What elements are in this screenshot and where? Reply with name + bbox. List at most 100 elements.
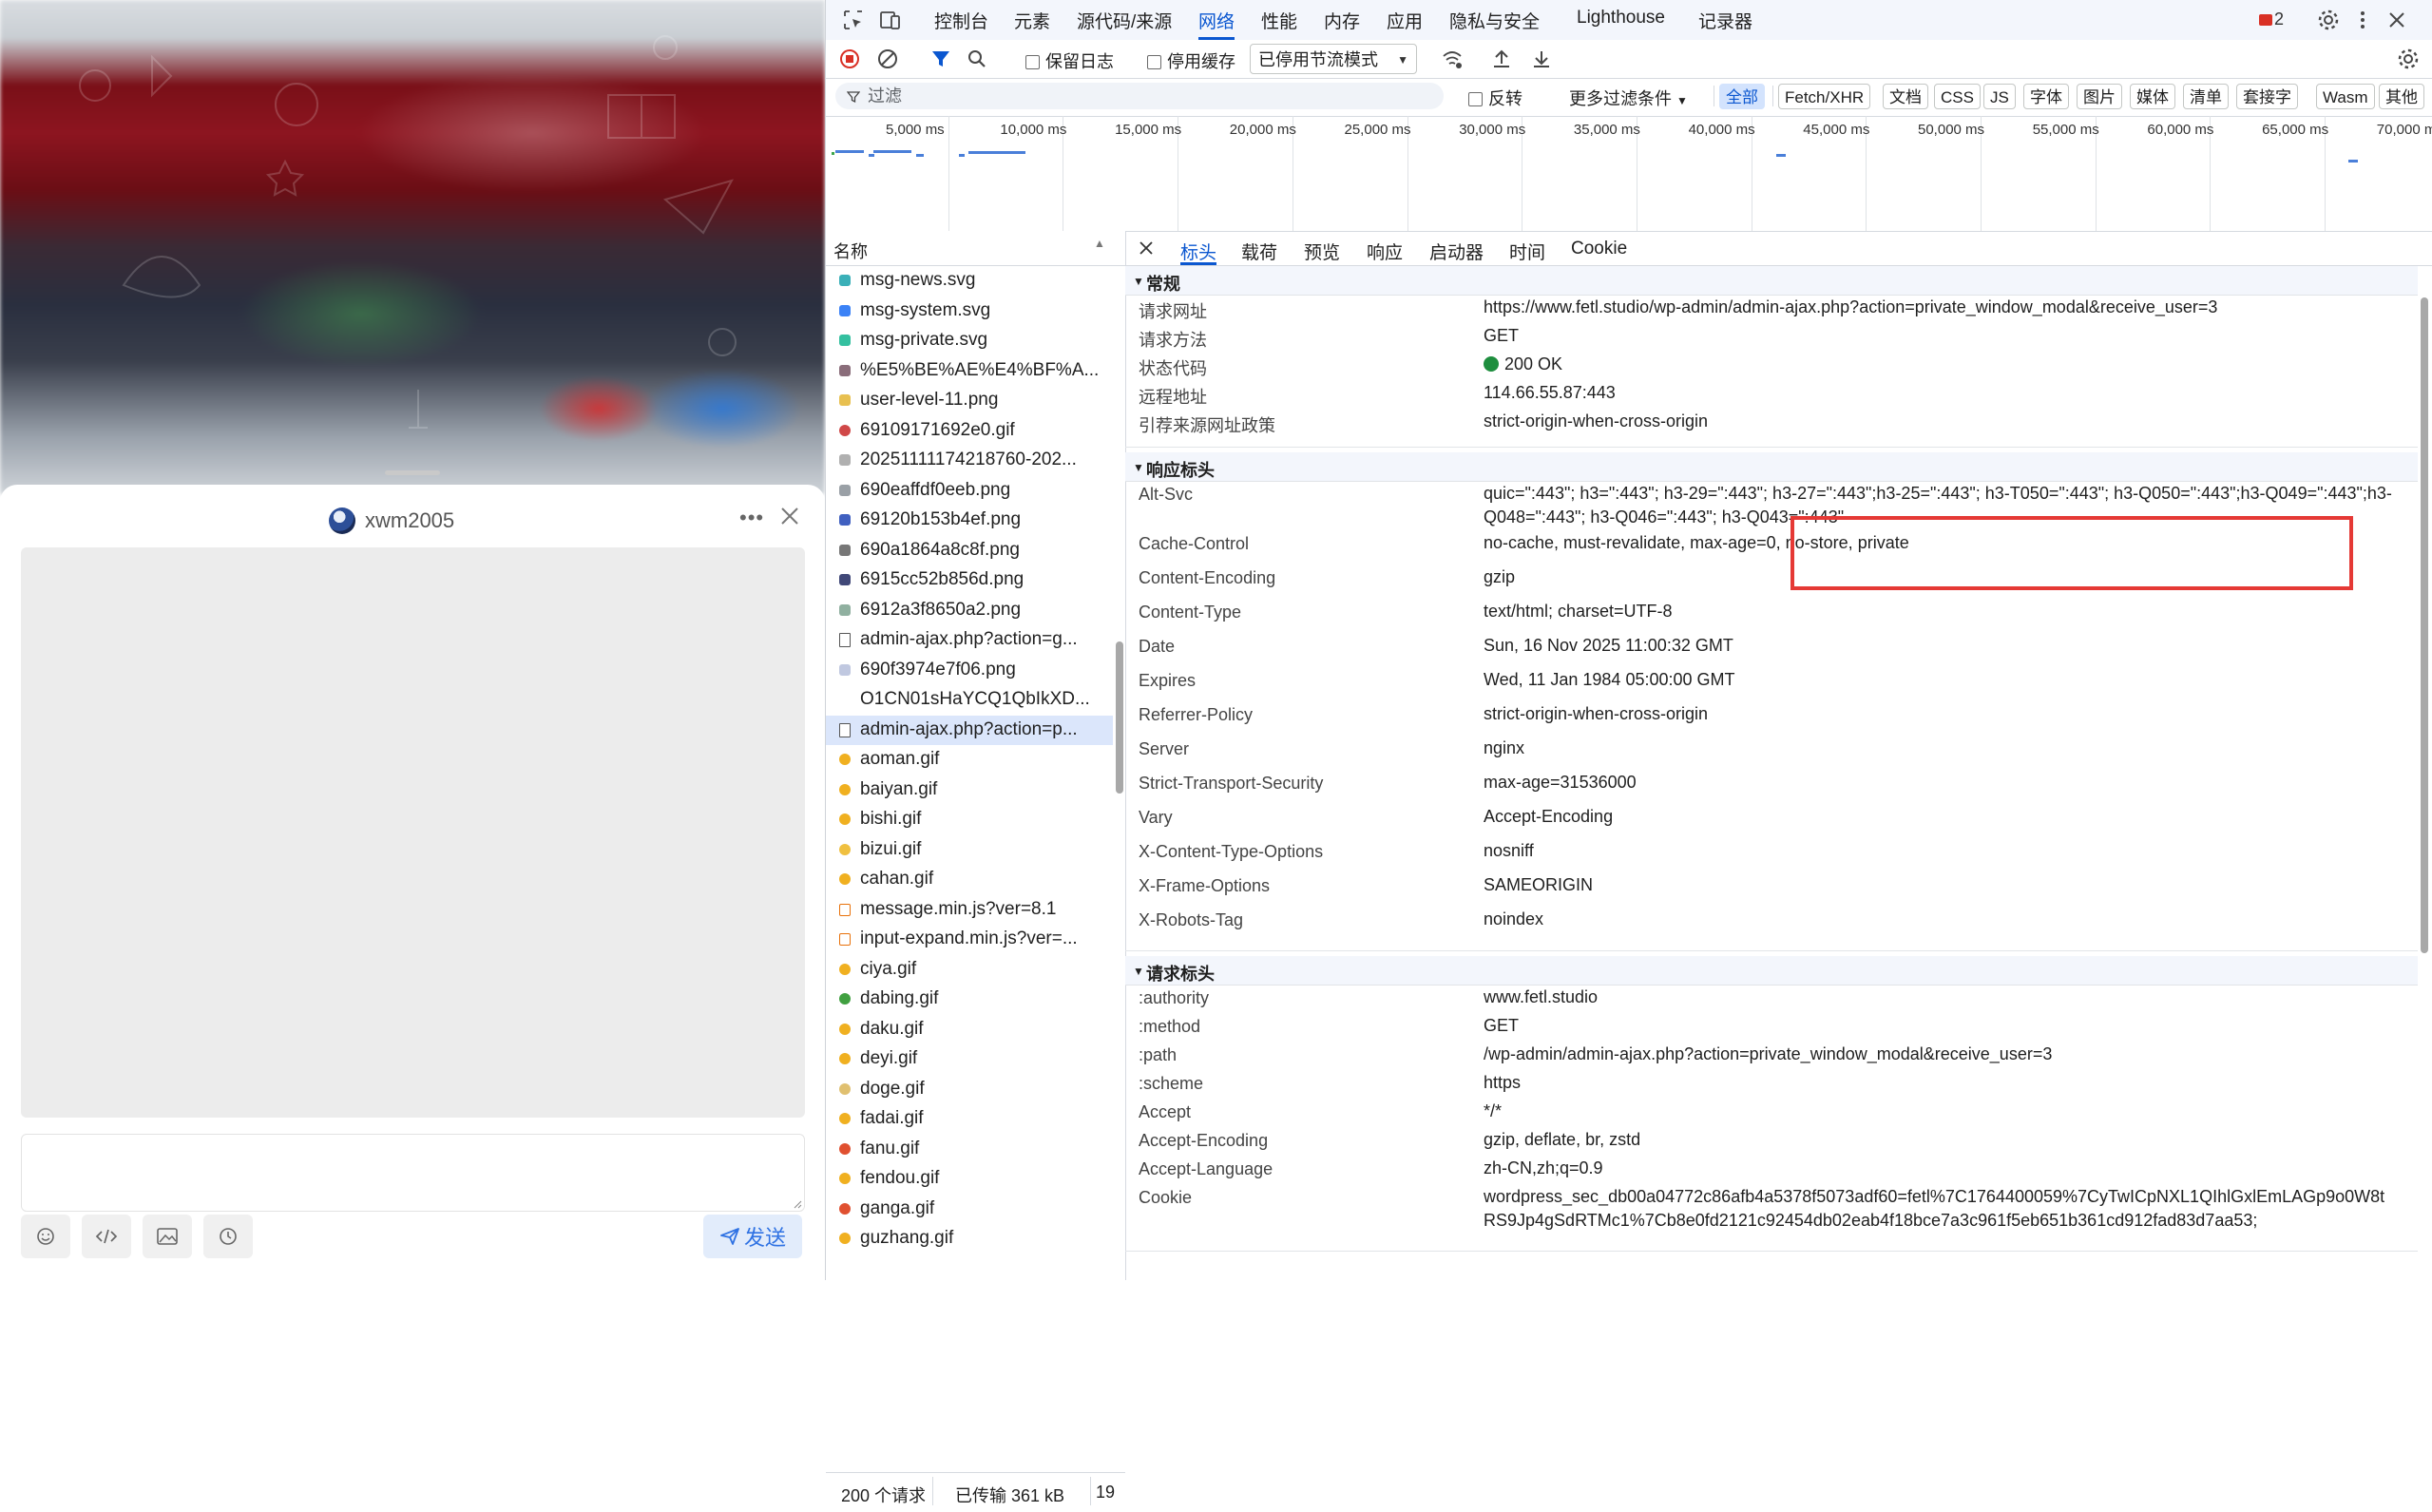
chip-all[interactable]: 全部 — [1719, 84, 1765, 109]
request-row[interactable]: 690a1864a8c8f.png — [826, 536, 1113, 566]
network-overview-timeline[interactable]: 5,000 ms 10,000 ms 15,000 ms 20,000 ms 25,00… — [826, 116, 2432, 232]
section-header-general[interactable]: ▼ 常规 — [1125, 266, 2418, 296]
tab-privacy-security[interactable]: 隐私与安全 — [1449, 8, 1540, 40]
request-row[interactable]: msg-system.svg — [826, 297, 1113, 327]
request-row[interactable]: admin-ajax.php?action=g... — [826, 625, 1113, 656]
filter-input[interactable]: 过滤 — [835, 83, 1444, 109]
request-row[interactable]: ganga.gif — [826, 1195, 1113, 1225]
chip-other[interactable]: 其他 — [2379, 84, 2424, 109]
request-row[interactable]: 69120b153b4ef.png — [826, 506, 1113, 536]
request-row[interactable]: guzhang.gif — [826, 1224, 1113, 1254]
request-row[interactable]: 690f3974e7f06.png — [826, 656, 1113, 686]
request-row[interactable]: ciya.gif — [826, 955, 1113, 986]
request-row[interactable]: message.min.js?ver=8.1 — [826, 895, 1113, 926]
request-row[interactable]: msg-private.svg — [826, 326, 1113, 356]
chip-wasm[interactable]: Wasm — [2316, 84, 2375, 109]
request-row[interactable]: bishi.gif — [826, 805, 1113, 835]
request-row[interactable]: doge.gif — [826, 1075, 1113, 1105]
tab-console[interactable]: 控制台 — [934, 8, 988, 40]
inspect-element-icon[interactable] — [841, 8, 866, 32]
more-filters-dropdown[interactable]: 更多过滤条件 ▼ — [1569, 86, 1688, 110]
request-row[interactable]: baiyan.gif — [826, 775, 1113, 806]
request-row[interactable]: input-expand.min.js?ver=... — [826, 925, 1113, 955]
sort-arrow-icon[interactable]: ▲ — [1094, 237, 1105, 250]
column-header-name[interactable]: 名称 — [833, 239, 868, 263]
request-row[interactable]: 69109171692e0.gif — [826, 416, 1113, 447]
send-button[interactable]: 发送 — [703, 1215, 802, 1258]
chip-img[interactable]: 图片 — [2077, 84, 2122, 109]
request-row[interactable]: 20251111174218760-202... — [826, 446, 1113, 476]
close-devtools-icon[interactable] — [2384, 8, 2409, 32]
resize-handle-icon[interactable] — [793, 1199, 802, 1209]
search-icon[interactable] — [965, 47, 989, 71]
message-input[interactable] — [21, 1134, 805, 1212]
tab-response[interactable]: 响应 — [1367, 239, 1403, 265]
request-row[interactable]: fendou.gif — [826, 1164, 1113, 1195]
more-menu-icon[interactable] — [2350, 8, 2375, 32]
request-row[interactable]: cahan.gif — [826, 865, 1113, 895]
image-button[interactable] — [143, 1215, 192, 1258]
chip-media[interactable]: 媒体 — [2130, 84, 2175, 109]
code-button[interactable] — [82, 1215, 131, 1258]
tab-elements[interactable]: 元素 — [1014, 8, 1050, 40]
more-options-icon[interactable]: ••• — [739, 506, 764, 530]
request-row[interactable]: fanu.gif — [826, 1135, 1113, 1165]
tab-memory[interactable]: 内存 — [1324, 8, 1360, 40]
tab-lighthouse[interactable]: Lighthouse — [1577, 8, 1665, 40]
chip-socket[interactable]: 套接字 — [2236, 84, 2298, 109]
request-row[interactable]: 690eaffdf0eeb.png — [826, 476, 1113, 507]
import-har-icon[interactable] — [1489, 47, 1514, 71]
chip-doc[interactable]: 文档 — [1883, 84, 1928, 109]
tab-cookie[interactable]: Cookie — [1571, 239, 1627, 265]
request-row[interactable]: fadai.gif — [826, 1104, 1113, 1135]
chip-js[interactable]: JS — [1983, 84, 2016, 109]
request-row[interactable]: msg-news.svg — [826, 266, 1113, 297]
chip-font[interactable]: 字体 — [2023, 84, 2069, 109]
tab-application[interactable]: 应用 — [1387, 8, 1423, 40]
request-list-scrollbar-thumb[interactable] — [1116, 641, 1123, 794]
request-row[interactable]: admin-ajax.php?action=p... — [826, 715, 1113, 745]
tab-timing[interactable]: 时间 — [1509, 239, 1545, 265]
network-conditions-icon[interactable] — [1440, 47, 1465, 71]
export-har-icon[interactable] — [1529, 47, 1554, 71]
tab-payload[interactable]: 载荷 — [1241, 239, 1277, 265]
sheet-drag-handle[interactable] — [385, 470, 440, 475]
invert-checkbox[interactable]: 反转 — [1468, 86, 1522, 110]
request-row[interactable]: dabing.gif — [826, 985, 1113, 1015]
request-row[interactable]: aoman.gif — [826, 745, 1113, 775]
network-settings-gear-icon[interactable] — [2396, 47, 2421, 71]
tab-headers[interactable]: 标头 — [1180, 239, 1217, 265]
request-row[interactable]: 6915cc52b856d.png — [826, 565, 1113, 596]
disable-cache-checkbox[interactable]: 停用缓存 — [1147, 48, 1235, 73]
device-toolbar-icon[interactable] — [877, 8, 902, 32]
section-header-response_headers[interactable]: ▼ 响应标头 — [1125, 452, 2418, 482]
avatar[interactable] — [329, 507, 355, 534]
tab-initiator[interactable]: 启动器 — [1429, 239, 1484, 265]
chip-fetch-xhr[interactable]: Fetch/XHR — [1778, 84, 1871, 109]
tab-network[interactable]: 网络 — [1198, 8, 1235, 40]
request-row[interactable]: 6912a3f8650a2.png — [826, 596, 1113, 626]
tab-sources[interactable]: 源代码/来源 — [1077, 8, 1172, 40]
emoji-button[interactable] — [21, 1215, 70, 1258]
preserve-log-checkbox[interactable]: 保留日志 — [1025, 48, 1114, 73]
chip-css[interactable]: CSS — [1934, 84, 1981, 109]
tab-performance[interactable]: 性能 — [1261, 8, 1297, 40]
settings-gear-icon[interactable] — [2316, 8, 2341, 32]
chip-manifest[interactable]: 清单 — [2183, 84, 2229, 109]
section-header-request_headers[interactable]: ▼ 请求标头 — [1125, 956, 2418, 986]
close-icon[interactable] — [776, 502, 804, 530]
history-button[interactable] — [203, 1215, 253, 1258]
throttle-select[interactable]: 已停用节流模式 ▼ — [1250, 44, 1417, 74]
clear-icon[interactable] — [875, 47, 900, 71]
request-row[interactable]: %E5%BE%AE%E4%BF%A... — [826, 356, 1113, 387]
request-row[interactable]: deyi.gif — [826, 1044, 1113, 1075]
issues-badge[interactable]: 2 — [2259, 10, 2284, 29]
request-row[interactable]: bizui.gif — [826, 835, 1113, 866]
request-row[interactable]: user-level-11.png — [826, 386, 1113, 416]
record-stop-icon[interactable] — [837, 47, 862, 71]
filter-funnel-icon[interactable] — [929, 47, 953, 71]
request-row[interactable]: O1CN01sHaYCQ1QbIkXD... — [826, 685, 1113, 716]
close-icon[interactable] — [1137, 239, 1156, 258]
details-scrollbar-thumb[interactable] — [2421, 297, 2428, 953]
request-row[interactable]: daku.gif — [826, 1015, 1113, 1045]
